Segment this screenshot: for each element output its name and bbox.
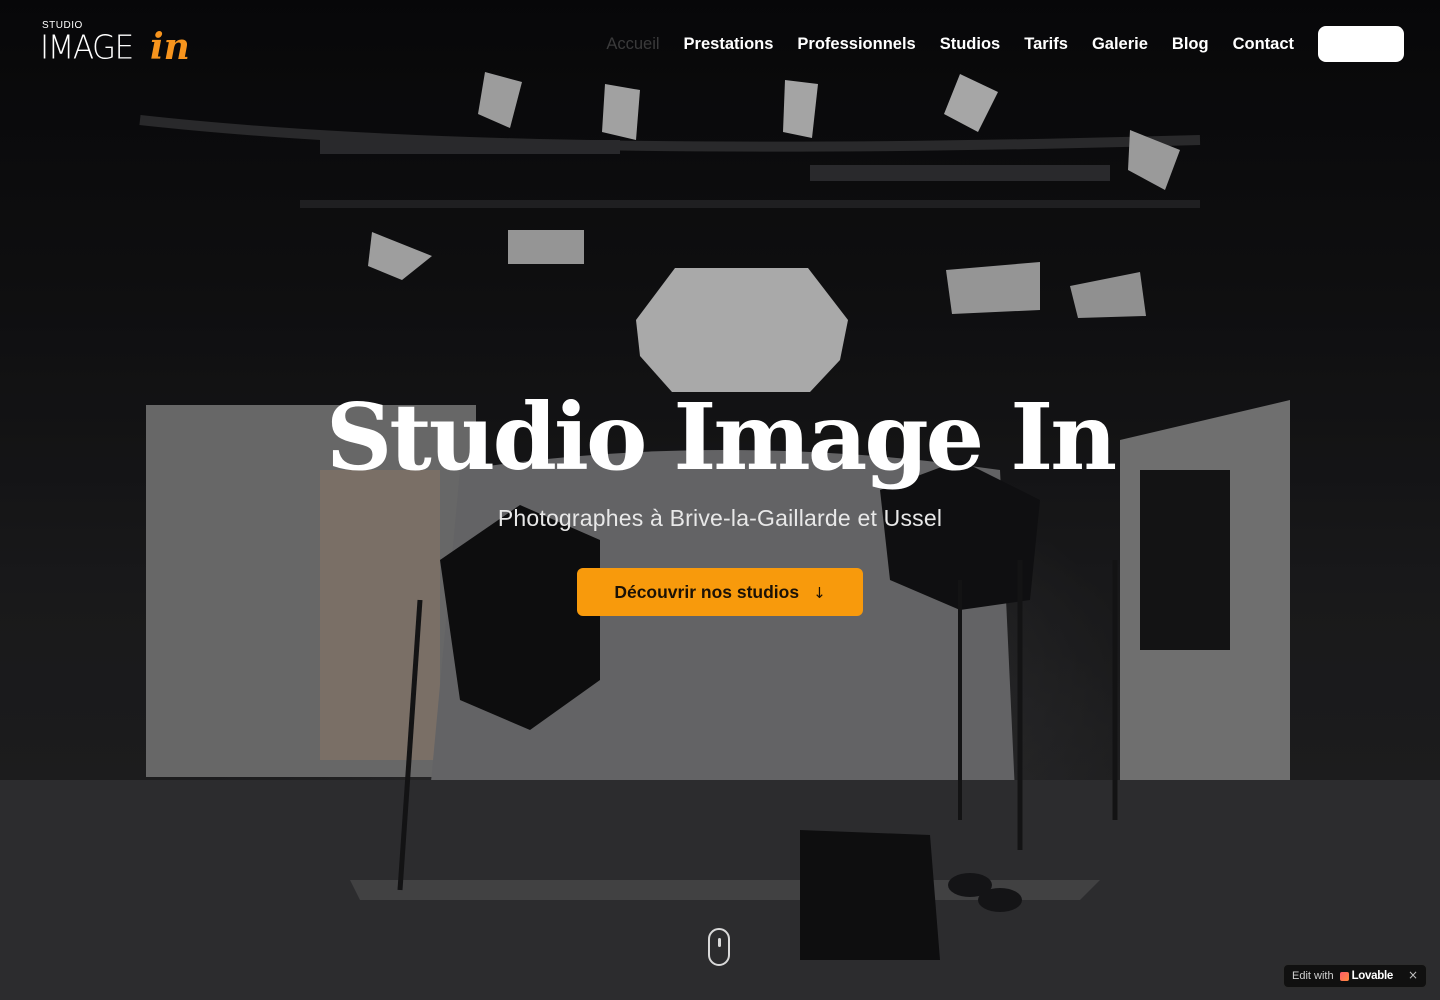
header-cta-button[interactable] [1318, 26, 1404, 62]
studio-image-in-logo[interactable]: STUDIO IMAGE in [40, 20, 202, 68]
hero-section: STUDIO IMAGE in Accueil Prestations Prof… [0, 0, 1440, 1000]
main-navigation: Accueil Prestations Professionnels Studi… [606, 33, 1294, 55]
site-header: STUDIO IMAGE in Accueil Prestations Prof… [0, 0, 1440, 88]
edit-with-lovable-badge[interactable]: Edit with Lovable × [1283, 964, 1427, 988]
arrow-down-icon: ↓ [813, 584, 826, 602]
lovable-logo-icon [1339, 971, 1349, 981]
nav-link-blog[interactable]: Blog [1172, 33, 1209, 55]
logo-accent-text: in [150, 26, 190, 68]
dark-overlay [0, 0, 1440, 1000]
nav-link-studios[interactable]: Studios [940, 33, 1001, 55]
mouse-icon[interactable] [708, 928, 730, 966]
logo-main-text: IMAGE [40, 29, 134, 67]
nav-link-contact[interactable]: Contact [1233, 33, 1294, 55]
nav-link-prestations[interactable]: Prestations [684, 33, 774, 55]
close-icon[interactable]: × [1408, 968, 1418, 982]
hero-title: Studio Image In [325, 383, 1117, 491]
discover-studios-label: Découvrir nos studios [614, 581, 800, 602]
nav-link-galerie[interactable]: Galerie [1092, 33, 1148, 55]
hero-subtitle: Photographes à Brive-la-Gaillarde et Uss… [497, 505, 943, 531]
nav-link-tarifs[interactable]: Tarifs [1024, 33, 1068, 55]
mouse-wheel-dot [718, 938, 721, 947]
badge-edit-text: Edit with [1292, 970, 1334, 982]
nav-link-professionnels[interactable]: Professionnels [797, 33, 915, 55]
badge-brand-text: Lovable [1351, 970, 1394, 982]
discover-studios-button[interactable]: Découvrir nos studios ↓ [577, 568, 863, 616]
nav-link-accueil[interactable]: Accueil [606, 33, 659, 55]
